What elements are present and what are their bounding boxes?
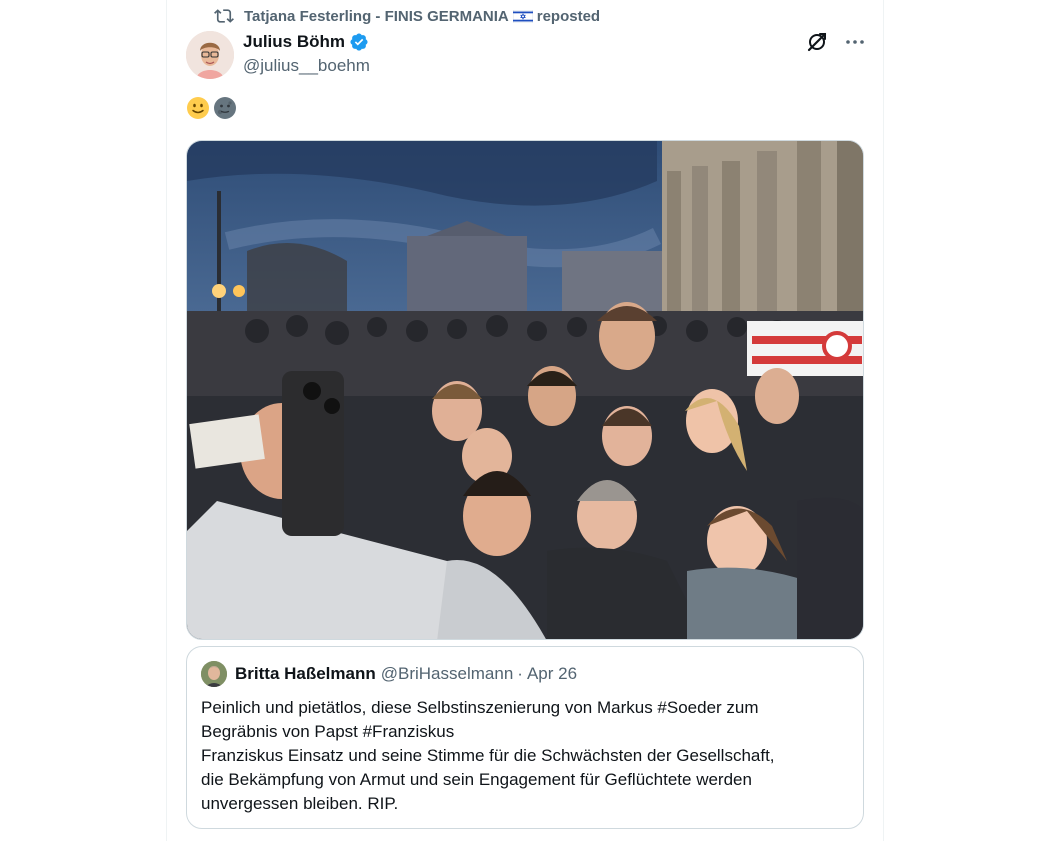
quoted-text-line: die Bekämpfung von Armut und sein Engage… <box>201 770 752 789</box>
quoted-author-name[interactable]: Britta Haßelmann <box>235 664 376 684</box>
author-name-block: Julius Böhm @julius__boehm <box>243 31 370 76</box>
repost-user-name[interactable]: Tatjana Festerling - FINIS GERMANIA <box>244 8 509 25</box>
author-avatar[interactable] <box>186 31 234 79</box>
author-handle[interactable]: @julius__boehm <box>243 56 370 76</box>
post-photo[interactable] <box>186 140 864 640</box>
grok-icon[interactable] <box>805 30 829 54</box>
quoted-separator: · <box>517 664 523 683</box>
slightly-smiling-face-emoji-icon <box>187 97 209 119</box>
quoted-post-text: Peinlich und pietätlos, diese Selbstinsz… <box>201 696 851 816</box>
new-moon-face-emoji-icon <box>214 97 236 119</box>
more-icon[interactable] <box>843 30 867 54</box>
quoted-text-line: Peinlich und pietätlos, diese Selbstinsz… <box>201 698 759 717</box>
post-text <box>186 96 237 120</box>
israel-flag-icon <box>512 9 533 23</box>
quoted-author-handle[interactable]: @BriHasselmann <box>381 664 514 684</box>
quoted-text-line: unvergessen bleiben. RIP. <box>201 794 399 813</box>
author-display-name[interactable]: Julius Böhm <box>243 32 345 52</box>
repost-suffix: reposted <box>536 7 601 25</box>
quoted-text-line: Franziskus Einsatz und seine Stimme für … <box>201 746 775 765</box>
quoted-post-date[interactable]: Apr 26 <box>527 664 577 684</box>
photo-illustration <box>187 141 863 639</box>
quoted-text-line: Begräbnis von Papst #Franziskus <box>201 722 455 741</box>
repost-indicator[interactable]: Tatjana Festerling - FINIS GERMANIA repo… <box>214 6 600 26</box>
quoted-author-avatar[interactable] <box>201 661 227 687</box>
quoted-post-card[interactable]: Britta Haßelmann @BriHasselmann · Apr 26… <box>186 646 864 829</box>
post-top-actions <box>805 30 867 54</box>
repost-icon <box>214 9 234 23</box>
quoted-post-header: Britta Haßelmann @BriHasselmann · Apr 26 <box>201 661 577 687</box>
verified-badge-icon <box>350 33 368 51</box>
